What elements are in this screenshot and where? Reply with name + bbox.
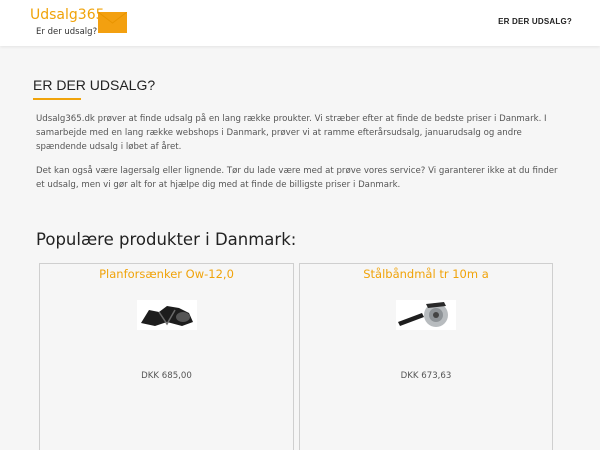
intro-title: ER DER UDSALG?	[33, 77, 156, 93]
products-heading: Populære produkter i Danmark:	[36, 230, 297, 249]
logo-title[interactable]: Udsalg365	[30, 7, 105, 23]
tape-measure-image[interactable]	[396, 300, 456, 330]
product-card[interactable]: Planforsænker Ow-12,0 DKK 685,00	[39, 263, 294, 450]
product-price: DKK 685,00	[141, 371, 192, 381]
intro-paragraph-1: Udsalg365.dk prøver at finde udsalg på e…	[36, 114, 547, 152]
product-card[interactable]: Stålbåndmål tr 10m a DKK 673,63	[299, 263, 553, 450]
nav-link-er-der-udsalg[interactable]: ER DER UDSALG?	[498, 17, 572, 26]
site-header: Udsalg365 Er der udsalg? ER DER UDSALG?	[0, 0, 600, 46]
planforsaenker-image[interactable]	[136, 300, 197, 330]
site-logo[interactable]: Udsalg365 Er der udsalg?	[30, 7, 105, 38]
product-price: DKK 673,63	[400, 371, 452, 381]
product-title[interactable]: Stålbåndmål tr 10m a	[300, 267, 552, 281]
intro-paragraph-2: Det kan også være lagersalg eller lignen…	[36, 166, 558, 190]
title-underline	[33, 98, 81, 100]
logo-subtitle[interactable]: Er der udsalg?	[36, 26, 105, 38]
envelope-icon[interactable]	[97, 11, 128, 33]
product-title[interactable]: Planforsænker Ow-12,0	[40, 267, 293, 281]
